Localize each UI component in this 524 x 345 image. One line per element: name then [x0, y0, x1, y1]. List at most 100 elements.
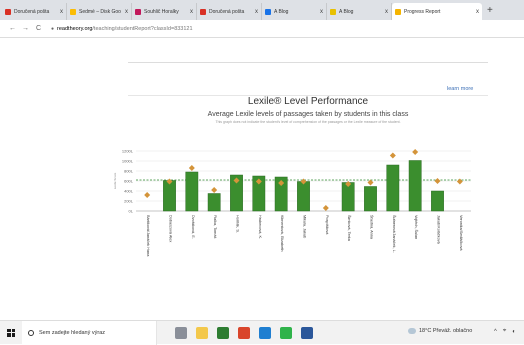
x-tick-label: Hrubecová, K. [258, 215, 262, 239]
x-tick-label: Šutnerová/Janáček, L. [392, 215, 397, 253]
address-bar: ← → C ● readtheory.org /teaching/student… [0, 20, 524, 38]
edge-icon[interactable] [259, 326, 271, 339]
lock-icon: ● [51, 25, 55, 32]
marker-diamond [434, 178, 441, 184]
tab-title: Doručená pošta [209, 8, 245, 15]
weather-text: 18°C Převáž. oblačno [419, 328, 473, 334]
tab-close-icon[interactable]: x [190, 9, 193, 15]
word-icon[interactable] [301, 326, 313, 339]
lexile-bar-chart: 1200L 1000L 800L 600L 400L 200L 0L Lexile Score… [113, 149, 471, 257]
tab-title: Progress Report [404, 8, 441, 15]
marker-diamond [389, 152, 396, 159]
taskbar-apps [175, 326, 322, 339]
marker-diamond [322, 205, 329, 211]
system-tray: ^ ⌖ ◐ [494, 328, 522, 335]
task-view-icon[interactable] [175, 326, 187, 339]
tab-close-icon[interactable]: x [255, 9, 258, 15]
browser-tab-bar: Doručená pošta x Sedmé – Disk Goo x Souhlič … [0, 0, 524, 20]
tab-close-icon[interactable]: x [385, 9, 388, 15]
search-icon [28, 329, 34, 336]
tab-favicon-icon [265, 8, 271, 15]
tab-close-icon[interactable]: x [476, 9, 479, 15]
bar [185, 171, 199, 212]
x-tick-label: Klimentová, Elizabeth [280, 215, 284, 252]
new-tab-button[interactable]: + [487, 5, 493, 16]
chart-subtitle: Average Lexile levels of passages taken … [207, 111, 409, 118]
y-tick-label: 400L [124, 189, 134, 194]
browser-tab[interactable]: Souhlič Horalky x [132, 3, 197, 20]
tab-title: Souhlič Horalky [144, 8, 179, 15]
x-tick-label: Pospíšilová [325, 215, 329, 235]
marker-diamond [144, 192, 151, 198]
tab-favicon-icon [395, 8, 401, 15]
search-placeholder: Sem zadejte hledaný výraz [39, 329, 106, 336]
tray-chevron-icon[interactable]: ^ [494, 329, 497, 335]
tab-favicon-icon [5, 8, 11, 15]
y-axis-label: Lexile Score [113, 172, 117, 189]
marker-diamond [456, 178, 463, 185]
browser-tab[interactable]: A Blog x [262, 3, 327, 20]
bar [207, 193, 221, 212]
url-domain: readtheory.org [57, 25, 93, 32]
tab-close-icon[interactable]: x [125, 9, 128, 15]
forward-button[interactable]: → [19, 25, 32, 32]
bar [431, 190, 444, 212]
x-tick-label: Šťastná, Anna [370, 215, 375, 240]
bar [364, 186, 377, 212]
volume-icon[interactable]: ◐ [512, 329, 516, 335]
chart-note: This graph does not indicate the student… [215, 120, 401, 124]
x-tick-label: Fialka, Tomáš [213, 215, 217, 238]
x-tick-label: Dvořáková, E. [191, 215, 195, 239]
tab-close-icon[interactable]: x [60, 9, 63, 15]
bar [163, 180, 176, 212]
chrome-icon[interactable] [238, 326, 250, 339]
x-tick-label: Dobaszová Alex [169, 215, 173, 242]
x-tick-label: Šimková, Terka [347, 215, 352, 242]
browser-tab[interactable]: Sedmé – Disk Goo x [67, 3, 132, 20]
tab-title: A Blog [274, 8, 289, 15]
x-tick-label: Veronika/Sedláčková [459, 215, 463, 251]
bar [408, 160, 422, 212]
tab-title: Doručená pošta [14, 8, 50, 15]
y-tick-label: 1200L [122, 149, 134, 154]
tab-favicon-icon [135, 8, 141, 15]
weather-widget[interactable]: 18°C Převáž. oblačno [408, 328, 472, 334]
network-icon[interactable]: ⌖ [503, 328, 506, 335]
tab-favicon-icon [200, 8, 206, 15]
x-tick-label: Vojtěch, Šulan [414, 215, 419, 239]
x-tick-label: Bártíková/Janáček Hana [146, 215, 150, 257]
y-tick-label: 0L [129, 209, 134, 214]
marker-diamond [211, 187, 218, 193]
cloud-icon [408, 328, 416, 334]
tab-favicon-icon [330, 8, 336, 15]
reload-button[interactable]: C [32, 25, 45, 32]
excel-icon[interactable] [217, 326, 229, 339]
browser-tab[interactable]: Doručená pošta x [2, 3, 67, 20]
tab-title: Sedmé – Disk Goo [79, 8, 121, 15]
y-tick-label: 1000L [122, 159, 134, 164]
browser-tab[interactable]: A Blog x [327, 3, 392, 20]
divider [128, 62, 488, 63]
meet-icon[interactable] [280, 326, 292, 339]
url-field[interactable]: ● readtheory.org /teaching/studentReport… [51, 26, 193, 32]
windows-icon [7, 328, 15, 337]
tab-close-icon[interactable]: x [320, 9, 323, 15]
start-button[interactable] [0, 321, 22, 345]
file-explorer-icon[interactable] [196, 326, 208, 339]
marker-diamond [188, 165, 195, 171]
chart-title: Lexile® Level Performance [247, 96, 369, 107]
back-button[interactable]: ← [6, 25, 19, 32]
bar [386, 164, 400, 212]
learn-more-link[interactable]: learn more [447, 86, 473, 92]
taskbar-search[interactable]: Sem zadejte hledaný výraz [22, 320, 157, 345]
page-content: learn more Lexile® Level Performance Ave… [0, 38, 524, 320]
browser-tab[interactable]: Doručená pošta x [197, 3, 262, 20]
y-tick-label: 600L [124, 179, 134, 184]
y-tick-label: 800L [124, 169, 134, 174]
browser-tab[interactable]: Progress Report x [392, 3, 482, 20]
bar [297, 181, 310, 212]
y-tick-label: 200L [124, 199, 134, 204]
marker-diamond [412, 149, 419, 155]
url-path: /teaching/studentReport?classId=833121 [92, 25, 193, 32]
x-tick-label: Jakub/Koláčková [437, 215, 441, 245]
